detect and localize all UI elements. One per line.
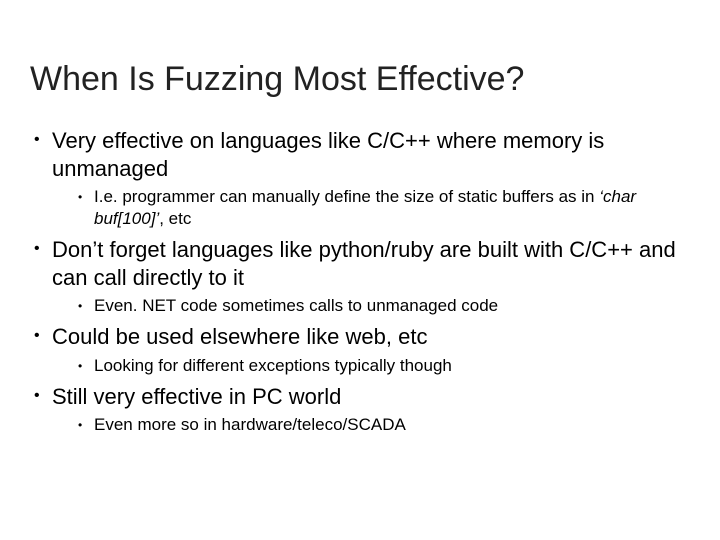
sub-bullet-text: Even more so in hardware/teleco/SCADA: [94, 415, 406, 434]
sub-bullet-list: I.e. programmer can manually define the …: [52, 186, 690, 230]
bullet-text: Still very effective in PC world: [52, 384, 341, 409]
bullet-text: Could be used elsewhere like web, etc: [52, 324, 427, 349]
sub-bullet-item: Even more so in hardware/teleco/SCADA: [78, 414, 690, 436]
bullet-item: Very effective on languages like C/C++ w…: [30, 127, 690, 230]
slide: When Is Fuzzing Most Effective? Very eff…: [0, 0, 720, 540]
sub-bullet-item: Looking for different exceptions typical…: [78, 355, 690, 377]
sub-bullet-item: I.e. programmer can manually define the …: [78, 186, 690, 230]
slide-title: When Is Fuzzing Most Effective?: [30, 60, 690, 99]
sub-bullet-list: Looking for different exceptions typical…: [52, 355, 690, 377]
sub-bullet-item: Even. NET code sometimes calls to unmana…: [78, 295, 690, 317]
sub-bullet-text: Looking for different exceptions typical…: [94, 356, 452, 375]
bullet-item: Still very effective in PC world Even mo…: [30, 383, 690, 437]
sub-bullet-text-suffix: , etc: [159, 209, 191, 228]
sub-bullet-text: Even. NET code sometimes calls to unmana…: [94, 296, 498, 315]
bullet-text: Don’t forget languages like python/ruby …: [52, 237, 676, 290]
bullet-item: Could be used elsewhere like web, etc Lo…: [30, 323, 690, 377]
sub-bullet-list: Even. NET code sometimes calls to unmana…: [52, 295, 690, 317]
sub-bullet-list: Even more so in hardware/teleco/SCADA: [52, 414, 690, 436]
bullet-text: Very effective on languages like C/C++ w…: [52, 128, 604, 181]
bullet-item: Don’t forget languages like python/ruby …: [30, 236, 690, 317]
bullet-list: Very effective on languages like C/C++ w…: [30, 127, 690, 436]
sub-bullet-text-prefix: I.e. programmer can manually define the …: [94, 187, 599, 206]
